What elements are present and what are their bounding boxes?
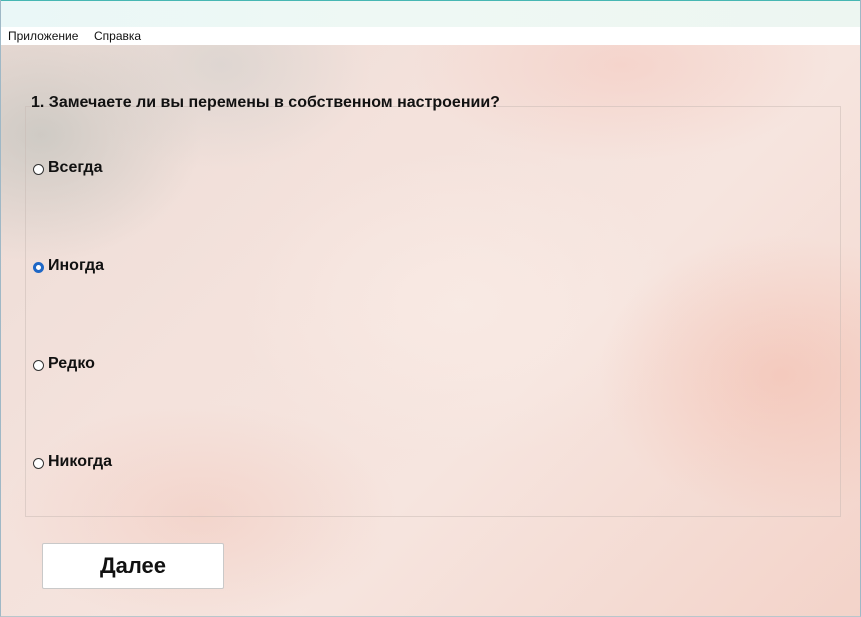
- option-always[interactable]: Всегда: [33, 158, 102, 178]
- menu-item-app[interactable]: Приложение: [8, 29, 78, 43]
- option-label-rarely[interactable]: Редко: [48, 355, 95, 373]
- app-window: Приложение Справка 1. Замечаете ли вы пе…: [0, 0, 861, 617]
- radio-rarely[interactable]: [33, 359, 44, 371]
- menu-item-help[interactable]: Справка: [94, 29, 141, 43]
- radio-never[interactable]: [33, 457, 44, 469]
- option-never[interactable]: Никогда: [33, 452, 112, 472]
- next-button[interactable]: Далее: [42, 543, 224, 589]
- option-label-never[interactable]: Никогда: [48, 453, 112, 471]
- question-text: 1. Замечаете ли вы перемены в собственно…: [31, 94, 500, 111]
- option-sometimes[interactable]: Иногда: [33, 256, 104, 276]
- title-bar[interactable]: [1, 0, 860, 27]
- radio-always[interactable]: [33, 163, 44, 175]
- option-rarely[interactable]: Редко: [33, 354, 95, 374]
- radio-sometimes[interactable]: [33, 261, 44, 273]
- option-label-always[interactable]: Всегда: [48, 159, 102, 177]
- question-panel: [25, 106, 841, 517]
- menu-bar: Приложение Справка: [1, 27, 860, 45]
- main-content: 1. Замечаете ли вы перемены в собственно…: [1, 45, 860, 616]
- option-label-sometimes[interactable]: Иногда: [48, 257, 104, 275]
